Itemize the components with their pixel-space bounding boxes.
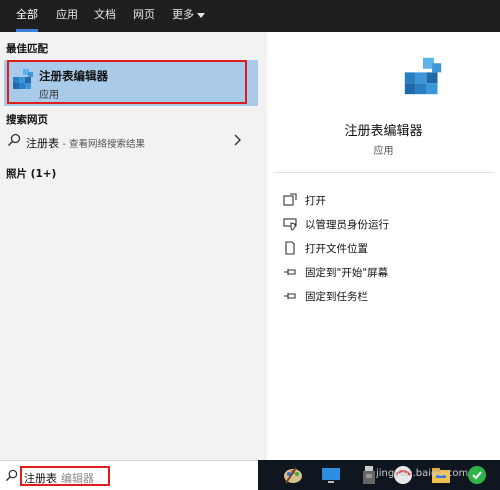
search-icon bbox=[5, 469, 18, 485]
action-run-as-admin[interactable]: 以管理员身份运行 bbox=[283, 214, 483, 234]
web-search-heading: 搜索网页 bbox=[6, 114, 48, 126]
search-filter-tabs: 全部 应用 文档 网页 更多 bbox=[0, 0, 500, 32]
tab-all[interactable]: 全部 bbox=[16, 0, 38, 32]
web-result-query: 注册表 bbox=[26, 137, 59, 150]
search-input[interactable]: 注册表 bbox=[24, 470, 57, 486]
web-result-text: 注册表 - 查看网络搜索结果 bbox=[26, 135, 145, 151]
action-open-file-location[interactable]: 打开文件位置 bbox=[283, 238, 483, 258]
search-icon bbox=[7, 133, 21, 150]
pin-icon bbox=[284, 293, 296, 299]
app-name: 注册表编辑器 bbox=[344, 124, 423, 139]
action-pin-to-taskbar[interactable]: 固定到任务栏 bbox=[283, 286, 483, 306]
tab-documents[interactable]: 文档 bbox=[94, 0, 116, 32]
watermark: jingyan.baidu.com bbox=[376, 468, 469, 479]
tab-more-label: 更多 bbox=[172, 8, 194, 21]
pin-icon bbox=[284, 269, 296, 275]
file-location-icon bbox=[285, 241, 295, 255]
action-pin-to-start[interactable]: 固定到"开始"屏幕 bbox=[283, 262, 483, 282]
search-suggestion: 编辑器 bbox=[61, 472, 94, 485]
shield-icon bbox=[283, 218, 297, 231]
open-icon bbox=[283, 193, 297, 206]
action-open[interactable]: 打开 bbox=[283, 190, 483, 210]
desktop-icon[interactable] bbox=[320, 464, 342, 486]
action-open-label: 打开 bbox=[305, 195, 326, 207]
divider bbox=[275, 172, 493, 173]
paint-icon[interactable] bbox=[282, 464, 304, 486]
action-open-file-location-label: 打开文件位置 bbox=[305, 243, 368, 255]
registry-editor-large-icon bbox=[403, 56, 443, 99]
tab-web[interactable]: 网页 bbox=[133, 0, 155, 32]
results-pane: 最佳匹配 注册表编辑器 应用 搜索网页 注册表 - 查看网络搜索结果 照片 (1… bbox=[0, 32, 262, 460]
tab-more[interactable]: 更多 bbox=[172, 0, 205, 32]
web-result-hint: - 查看网络搜索结果 bbox=[62, 139, 145, 150]
action-run-as-admin-label: 以管理员身份运行 bbox=[305, 219, 389, 231]
best-match-heading: 最佳匹配 bbox=[6, 43, 48, 55]
highlight-box bbox=[7, 60, 247, 104]
green-app-icon[interactable] bbox=[466, 464, 488, 486]
action-pin-to-start-label: 固定到"开始"屏幕 bbox=[305, 267, 389, 279]
photos-heading[interactable]: 照片 (1+) bbox=[6, 166, 56, 181]
search-bar[interactable]: 注册表 编辑器 bbox=[0, 460, 258, 490]
action-pin-to-taskbar-label: 固定到任务栏 bbox=[305, 291, 368, 303]
chevron-right-icon[interactable] bbox=[234, 134, 242, 149]
chevron-down-icon bbox=[197, 0, 205, 30]
web-search-result[interactable]: 注册表 - 查看网络搜索结果 bbox=[0, 130, 262, 154]
detail-pane: 注册表编辑器 应用 打开 以管理员身份运行 打开文件位置 固定到"开始"屏幕 固… bbox=[267, 32, 500, 460]
tab-apps[interactable]: 应用 bbox=[56, 0, 78, 32]
app-type: 应用 bbox=[373, 146, 394, 157]
